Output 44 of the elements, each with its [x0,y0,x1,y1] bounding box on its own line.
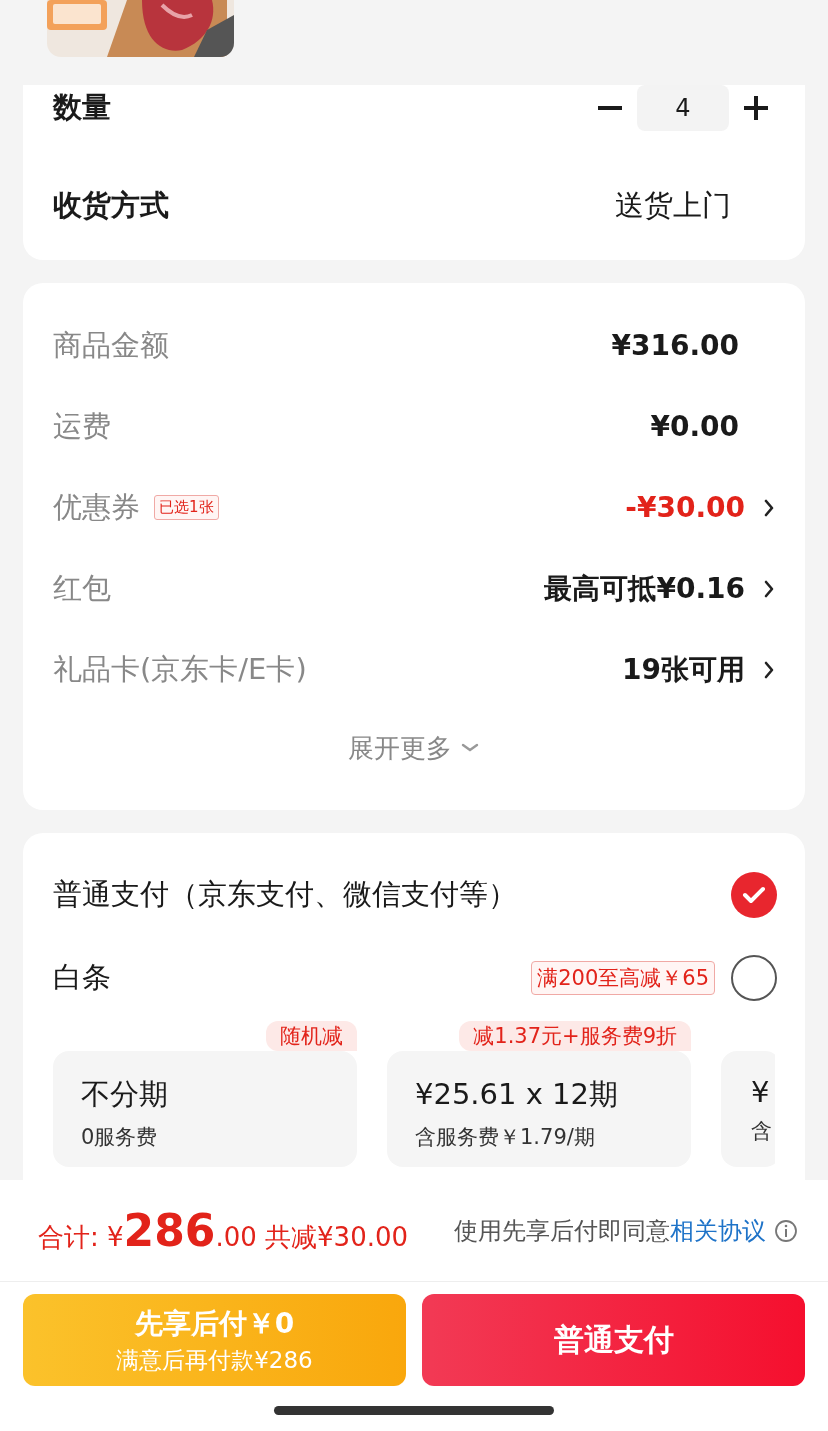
coupon-tag: 已选1张 [154,495,219,520]
delivery-label: 收货方式 [53,187,169,224]
plan-tag: 减1.37元+服务费9折 [459,1021,691,1051]
quantity-field[interactable]: 4 [637,85,729,131]
delivery-value[interactable]: 送货上门 [615,186,731,226]
plan-title: 不分期 [81,1076,169,1113]
summary-value[interactable]: 最高可抵¥0.16 [544,569,745,608]
check-icon [742,884,766,905]
plan-title: ¥ [751,1075,771,1109]
chevron-right-icon [763,578,775,599]
installment-option[interactable]: 不分期 0服务费 [53,1051,357,1167]
agreement-link[interactable]: 相关协议 [670,1216,766,1245]
plan-tag: 随机减 [266,1021,357,1051]
summary-label: 红包 [53,569,111,607]
summary-value: ¥316.00 [611,329,739,362]
plan-subtitle: 含服务费￥1.79/期 [415,1124,596,1151]
installment-option[interactable]: ¥25.61 x 12期 含服务费￥1.79/期 [387,1051,691,1167]
info-icon[interactable] [774,1218,798,1243]
chevron-right-icon [763,497,775,518]
summary-value[interactable]: 19张可用 [622,650,745,689]
quantity-label: 数量 [53,89,111,126]
plan-subtitle: 含 [751,1118,773,1145]
radio-button[interactable] [731,954,777,1001]
summary-value: ¥0.00 [650,410,739,443]
promo-tag: 满200至高减￥65 [531,960,715,995]
total-price: 合计: ¥286.00 共减¥30.00 [38,1205,409,1256]
agreement-text: 使用先享后付即同意相关协议 [454,1215,766,1247]
pay-button[interactable]: 普通支付 [422,1294,805,1386]
payment-option-label[interactable]: 白条 [53,957,111,998]
installment-option[interactable]: ¥ 含 [721,1051,775,1167]
chevron-down-icon [460,742,480,754]
minus-icon [598,106,622,110]
radio-button[interactable] [731,871,777,918]
summary-value[interactable]: -¥30.00 [625,491,745,524]
summary-label: 礼品卡(京东卡/E卡) [53,650,307,688]
plan-title: ¥25.61 x 12期 [415,1076,619,1113]
plus-icon [743,95,769,121]
chevron-right-icon [763,659,775,680]
summary-label: 优惠券 [53,488,140,526]
expand-more-link[interactable]: 展开更多 [348,730,480,766]
plan-subtitle: 0服务费 [81,1124,159,1151]
summary-label: 商品金额 [53,326,169,364]
summary-label: 运费 [53,407,111,445]
payment-option-label[interactable]: 普通支付（京东支付、微信支付等） [53,874,517,915]
